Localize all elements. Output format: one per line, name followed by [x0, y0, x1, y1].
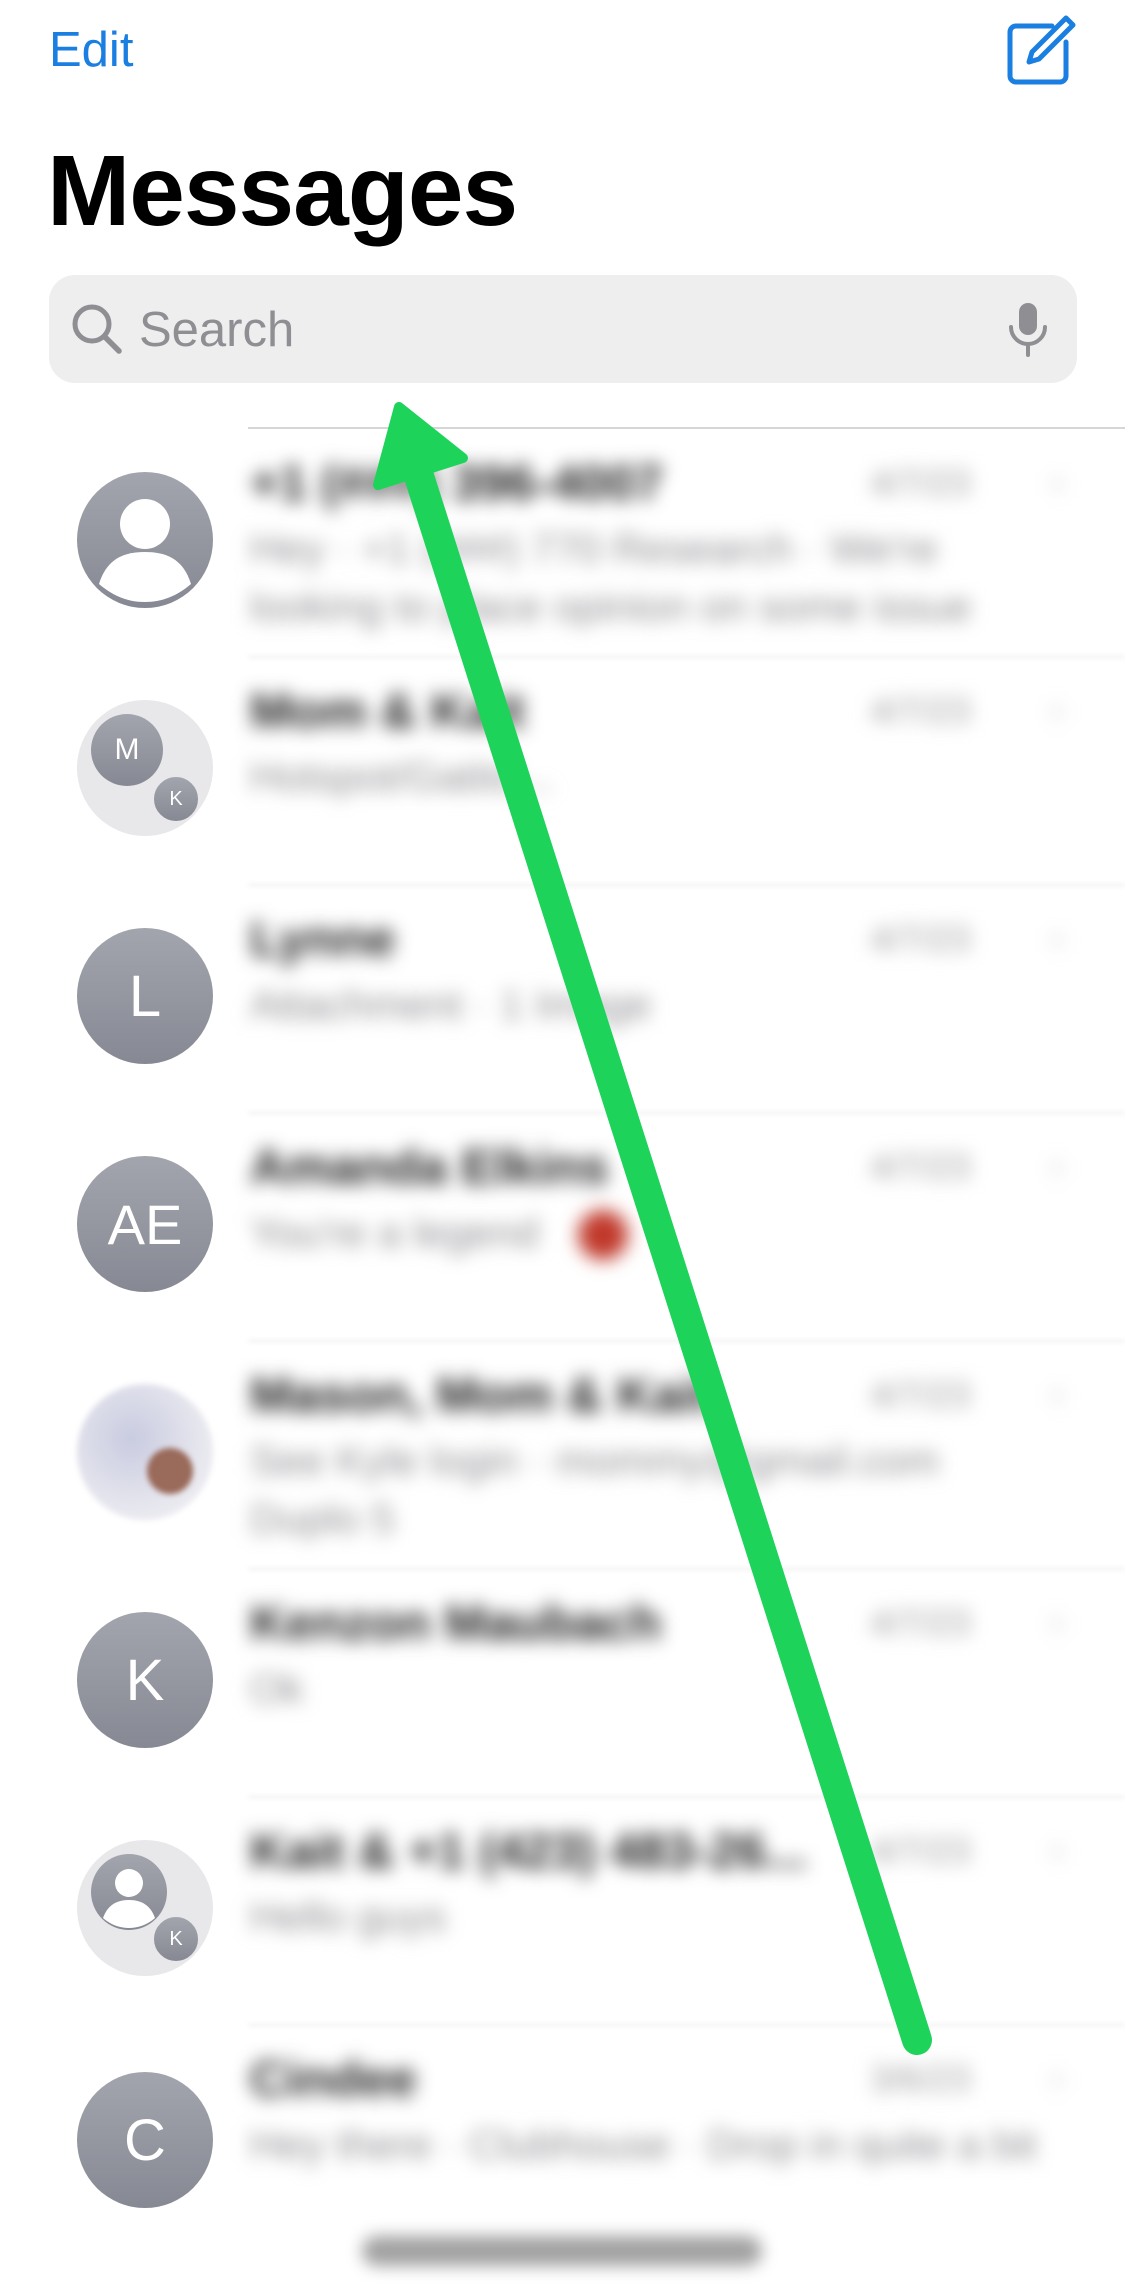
- edit-button[interactable]: Edit: [49, 22, 133, 78]
- conversation-row[interactable]: AE Amanda Elkins 4/7/23 › You're a legen…: [0, 1114, 1125, 1342]
- message-preview: Attachment · 1 Image: [250, 981, 652, 1028]
- avatar: M: [91, 714, 163, 786]
- search-bar[interactable]: [49, 275, 1077, 383]
- timestamp: 4/7/23: [870, 1146, 971, 1187]
- magnifier-icon: [72, 304, 122, 354]
- chevron-right-icon: ›: [1050, 688, 1064, 732]
- contact-name: Cindee: [250, 2051, 417, 2107]
- conversation-text: Kait & +1 (423) 483-26... 4/7/23 › Hello…: [250, 1822, 1080, 2012]
- timestamp: 4/7/23: [870, 462, 971, 503]
- conversation-text: Kenzon Maubach 4/7/23 › Ok: [250, 1594, 1080, 1784]
- message-preview: Hey there · Clubhouse · Drop in quite a …: [250, 2121, 1037, 2168]
- contact-name: Kait & +1 (423) 483-26...: [250, 1823, 808, 1879]
- message-preview: Hey · +1 (###) 770 Research · We're look…: [250, 525, 972, 630]
- message-preview: You're a legend: [250, 1209, 540, 1256]
- contact-name: Amanda Elkins: [250, 1139, 609, 1195]
- message-preview: Hotspot/Gatito...: [250, 753, 554, 800]
- avatar: L: [77, 928, 213, 1064]
- conversation-text: Amanda Elkins 4/7/23 › You're a legend: [250, 1138, 1080, 1328]
- chevron-right-icon: ›: [1050, 916, 1064, 960]
- conversation-row[interactable]: C Cindee 3/6/23 › Hey there · Clubhouse …: [0, 2026, 1125, 2254]
- avatar: K: [77, 1612, 213, 1748]
- page-title: Messages: [47, 135, 518, 247]
- conversation-text: Lynne 4/7/23 › Attachment · 1 Image: [250, 910, 1080, 1100]
- timestamp: 3/6/23: [870, 2058, 971, 2099]
- conversation-text: Mom & Kait 4/7/23 › Hotspot/Gatito...: [250, 682, 1080, 872]
- microphone-icon[interactable]: [1003, 299, 1053, 359]
- avatar: K: [151, 774, 201, 824]
- conversation-row[interactable]: +1 (###) 396-4007 4/7/23 › Hey · +1 (###…: [0, 430, 1125, 658]
- chevron-right-icon: ›: [1050, 1144, 1064, 1188]
- conversation-row[interactable]: L Lynne 4/7/23 › Attachment · 1 Image: [0, 886, 1125, 1114]
- timestamp: 4/7/23: [870, 1830, 971, 1871]
- contact-name: Kenzon Maubach: [250, 1595, 662, 1651]
- timestamp: 4/7/23: [870, 1374, 971, 1415]
- contact-name: Lynne: [250, 911, 396, 967]
- conversation-text: Cindee 3/6/23 › Hey there · Clubhouse · …: [250, 2050, 1080, 2240]
- contact-name: Mason, Mom & Kait: [250, 1367, 712, 1423]
- chevron-right-icon: ›: [1050, 2056, 1064, 2100]
- contact-name: +1 (###) 396-4007: [250, 455, 663, 511]
- avatar: C: [77, 2072, 213, 2208]
- timestamp: 4/7/23: [870, 690, 971, 731]
- list-top-divider: [248, 427, 1125, 429]
- conversation-row[interactable]: Mason, Mom & Kait 4/7/23 › See Kyle logi…: [0, 1342, 1125, 1570]
- person-silhouette-icon: [99, 499, 191, 602]
- emoji-icon: [578, 1210, 628, 1260]
- conversation-text: +1 (###) 396-4007 4/7/23 › Hey · +1 (###…: [250, 454, 1080, 644]
- conversation-row[interactable]: M K Mom & Kait 4/7/23 › Hotspot/Gatito..…: [0, 658, 1125, 886]
- avatar: [91, 1854, 167, 1930]
- message-preview: Ok: [250, 1665, 304, 1712]
- group-avatar: K: [77, 1840, 213, 1976]
- photo-avatar: [77, 1384, 213, 1520]
- timestamp: 4/7/23: [870, 1602, 971, 1643]
- chevron-right-icon: ›: [1050, 1372, 1064, 1416]
- avatar: AE: [77, 1156, 213, 1292]
- conversation-text: Mason, Mom & Kait 4/7/23 › See Kyle logi…: [250, 1366, 1080, 1556]
- message-preview: See Kyle login · mommy@gmail.com Duplo 5: [250, 1437, 940, 1542]
- home-indicator: [362, 2236, 762, 2266]
- avatar: K: [151, 1914, 201, 1964]
- contact-name: Mom & Kait: [250, 683, 525, 739]
- person-silhouette-icon: [103, 1869, 155, 1928]
- conversation-row[interactable]: K Kenzon Maubach 4/7/23 › Ok: [0, 1570, 1125, 1798]
- avatar: [77, 472, 213, 608]
- group-avatar: M K: [77, 700, 213, 836]
- compose-button[interactable]: [1000, 12, 1080, 92]
- chevron-right-icon: ›: [1050, 1600, 1064, 1644]
- search-input[interactable]: [137, 293, 981, 367]
- chevron-right-icon: ›: [1050, 1828, 1064, 1872]
- timestamp: 4/7/23: [870, 918, 971, 959]
- conversation-list: +1 (###) 396-4007 4/7/23 › Hey · +1 (###…: [0, 430, 1125, 2288]
- compose-icon: [1007, 15, 1076, 85]
- message-preview: Hello guys: [250, 1893, 447, 1940]
- conversation-row[interactable]: K Kait & +1 (423) 483-26... 4/7/23 › Hel…: [0, 1798, 1125, 2026]
- photo-thumbnail-icon: [147, 1448, 193, 1494]
- chevron-right-icon: ›: [1050, 460, 1064, 504]
